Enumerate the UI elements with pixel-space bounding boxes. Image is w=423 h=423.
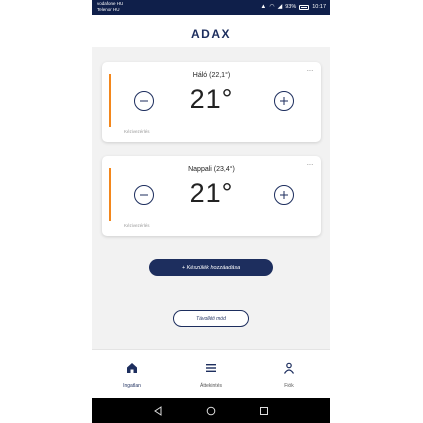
status-bar: vodafone HU Telenor HU ▲ ◠ ◢ 93% 10:17 (92, 0, 330, 15)
list-icon (206, 364, 216, 372)
control-mode: Kézivezérlés (124, 129, 150, 134)
recent-apps-button[interactable] (258, 405, 270, 417)
battery-icon (299, 4, 310, 10)
nav-label: Áttekintés (200, 383, 222, 389)
control-mode: Kézivezérlés (124, 223, 150, 228)
carrier-line-1: vodafone HU (97, 1, 124, 6)
device-name: Háló (22,1°) (192, 72, 231, 79)
clock: 10:17 (312, 4, 326, 10)
plus-icon (280, 97, 288, 105)
status-icons: ▲ ◠ ◢ 93% 10:17 (260, 3, 326, 11)
bottom-navigation: Ingatlan Áttekintés Fiók (92, 349, 330, 398)
system-navigation-bar (92, 398, 330, 423)
home-circle-icon (206, 406, 216, 416)
increase-temp-button[interactable] (274, 185, 294, 205)
person-icon (283, 362, 295, 374)
increase-temp-button[interactable] (274, 91, 294, 111)
home-icon (127, 363, 137, 373)
signal-icon: ▲ (260, 4, 267, 10)
nav-item-overview[interactable]: Áttekintés (181, 350, 241, 399)
carrier-line-2: Telenor HU (97, 6, 120, 12)
nav-item-account[interactable]: Fiók (259, 350, 319, 399)
nav-label: Fiók (284, 383, 294, 389)
cellular-icon: ◢ (277, 4, 283, 10)
plus-icon (280, 191, 288, 199)
home-button[interactable] (205, 405, 217, 417)
app-header: ADAX (92, 15, 330, 47)
battery-percent: 93% (285, 4, 297, 10)
nav-item-property[interactable]: Ingatlan (102, 350, 162, 399)
carrier-info: vodafone HU Telenor HU (97, 1, 123, 12)
phone-screen: vodafone HU Telenor HU ▲ ◠ ◢ 93% 10:17 A… (92, 0, 330, 423)
adax-logo: ADAX (190, 27, 231, 41)
back-button[interactable] (152, 405, 164, 417)
wifi-icon: ◠ (269, 4, 275, 10)
device-name: Nappali (23,4°) (188, 166, 235, 173)
device-card-nappali[interactable]: ··· Nappali (23,4°) 21° Kézivezérlés (102, 156, 321, 236)
recent-square-icon (260, 407, 268, 415)
device-card-halo[interactable]: ··· Háló (22,1°) 21° Kézivezérlés (102, 62, 321, 142)
away-mode-button[interactable]: Távolléti mód (173, 310, 249, 327)
add-device-button[interactable]: + Készülék hozzáadása (149, 259, 273, 276)
back-triangle-icon (154, 406, 162, 416)
nav-label: Ingatlan (123, 383, 141, 389)
